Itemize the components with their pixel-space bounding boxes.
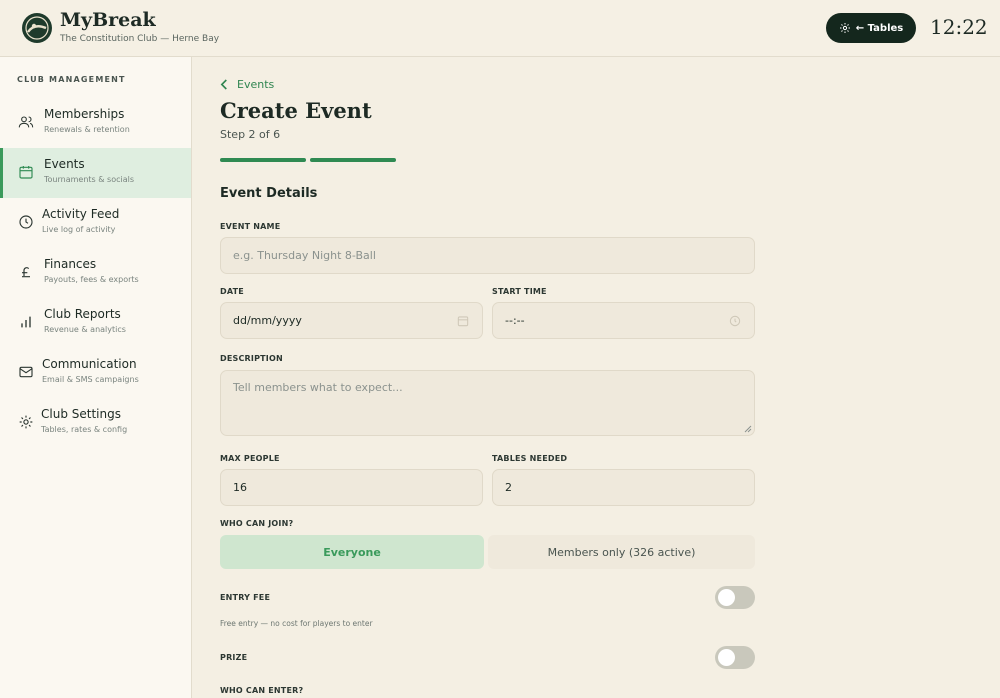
max-people-label: MAX PEOPLE	[220, 454, 280, 463]
sidebar: CLUB MANAGEMENT Memberships Renewals & r…	[0, 57, 192, 698]
users-icon	[18, 116, 34, 128]
sidebar-item-label: Finances	[44, 257, 97, 271]
start-time-input[interactable]: --:--	[492, 302, 755, 339]
tables-button-label: ← Tables	[855, 22, 904, 34]
sidebar-item-communication[interactable]: Communication Email & SMS campaigns	[0, 348, 191, 398]
description-label: DESCRIPTION	[220, 354, 283, 363]
sidebar-item-label: Club Settings	[41, 407, 121, 421]
sidebar-heading: CLUB MANAGEMENT	[17, 75, 126, 84]
sidebar-item-sub: Tables, rates & config	[41, 425, 128, 434]
toggle-knob	[718, 589, 735, 606]
gear-icon	[839, 23, 850, 33]
brand-name: MyBreak	[60, 9, 156, 31]
date-label: DATE	[220, 287, 244, 296]
start-time-label: START TIME	[492, 287, 547, 296]
sidebar-item-club-reports[interactable]: Club Reports Revenue & analytics	[0, 298, 191, 348]
sidebar-item-sub: Email & SMS campaigns	[42, 375, 139, 384]
tables-needed-label: TABLES NEEDED	[492, 454, 568, 463]
back-link[interactable]: Events	[220, 78, 274, 91]
sidebar-item-label: Club Reports	[44, 307, 121, 321]
start-time-placeholder: --:--	[505, 314, 525, 327]
clock-icon	[19, 215, 33, 229]
date-placeholder: dd/mm/yyyy	[233, 314, 302, 327]
who-can-join-label: WHO CAN JOIN?	[220, 519, 294, 528]
sidebar-item-memberships[interactable]: Memberships Renewals & retention	[0, 98, 191, 148]
calendar-icon	[19, 166, 33, 179]
max-people-input[interactable]: 16	[220, 469, 483, 506]
sidebar-item-events[interactable]: Events Tournaments & socials	[0, 148, 191, 198]
calendar-icon[interactable]	[456, 314, 470, 328]
sidebar-item-label: Communication	[42, 357, 137, 371]
resize-handle-icon[interactable]	[744, 425, 752, 433]
toggle-knob	[718, 649, 735, 666]
sidebar-item-sub: Live log of activity	[42, 225, 116, 234]
sidebar-item-activity-feed[interactable]: Activity Feed Live log of activity	[0, 198, 191, 248]
max-people-value: 16	[233, 481, 247, 494]
main-content: Events Create Event Step 2 of 6 Event De…	[192, 57, 1000, 698]
pound-icon	[22, 267, 30, 278]
logo-icon	[22, 13, 52, 43]
sidebar-item-label: Activity Feed	[42, 207, 120, 221]
date-input[interactable]: dd/mm/yyyy	[220, 302, 483, 339]
clock-icon[interactable]	[728, 314, 742, 328]
event-name-label: EVENT NAME	[220, 222, 281, 231]
entry-fee-hint: Free entry — no cost for players to ente…	[220, 619, 373, 628]
sidebar-item-sub: Tournaments & socials	[44, 175, 135, 184]
event-name-placeholder: e.g. Thursday Night 8-Ball	[233, 249, 376, 262]
sidebar-item-label: Events	[44, 157, 85, 171]
option-members-only-label: Members only (326 active)	[547, 545, 696, 559]
clock: 12:22	[930, 15, 988, 39]
sidebar-item-club-settings[interactable]: Club Settings Tables, rates & config	[0, 398, 191, 448]
tables-button[interactable]: ← Tables	[826, 13, 916, 43]
club-name: The Constitution Club — Herne Bay	[60, 34, 220, 44]
sidebar-item-finances[interactable]: Finances Payouts, fees & exports	[0, 248, 191, 298]
page-title: Create Event	[220, 98, 372, 123]
mail-icon	[19, 366, 33, 378]
option-everyone-label: Everyone	[323, 545, 381, 559]
event-name-input[interactable]: e.g. Thursday Night 8-Ball	[220, 237, 755, 274]
description-textarea[interactable]: Tell members what to expect...	[220, 370, 755, 436]
section-title: Event Details	[220, 186, 318, 201]
step-progress	[220, 158, 396, 162]
sidebar-item-sub: Revenue & analytics	[44, 325, 126, 334]
step-indicator: Step 2 of 6	[220, 128, 281, 141]
sidebar-item-sub: Payouts, fees & exports	[44, 275, 139, 284]
tables-needed-input[interactable]: 2	[492, 469, 755, 506]
prize-toggle[interactable]	[715, 646, 755, 669]
progress-segment	[310, 158, 396, 162]
option-everyone[interactable]: Everyone	[220, 535, 484, 569]
gear-icon	[19, 415, 33, 429]
progress-segment	[220, 158, 306, 162]
back-link-label: Events	[237, 78, 275, 91]
prize-label: PRIZE	[220, 653, 248, 662]
bar-chart-icon	[21, 316, 31, 328]
entry-fee-toggle[interactable]	[715, 586, 755, 609]
app-header: MyBreak The Constitution Club — Herne Ba…	[0, 0, 1000, 57]
entry-fee-label: ENTRY FEE	[220, 593, 271, 602]
option-members-only[interactable]: Members only (326 active)	[488, 535, 755, 569]
sidebar-item-sub: Renewals & retention	[44, 125, 130, 134]
sidebar-item-label: Memberships	[44, 107, 125, 121]
who-can-enter-label: WHO CAN ENTER?	[220, 686, 304, 695]
chevron-left-icon	[220, 79, 227, 90]
tables-needed-value: 2	[505, 481, 512, 494]
description-placeholder: Tell members what to expect...	[233, 381, 403, 394]
